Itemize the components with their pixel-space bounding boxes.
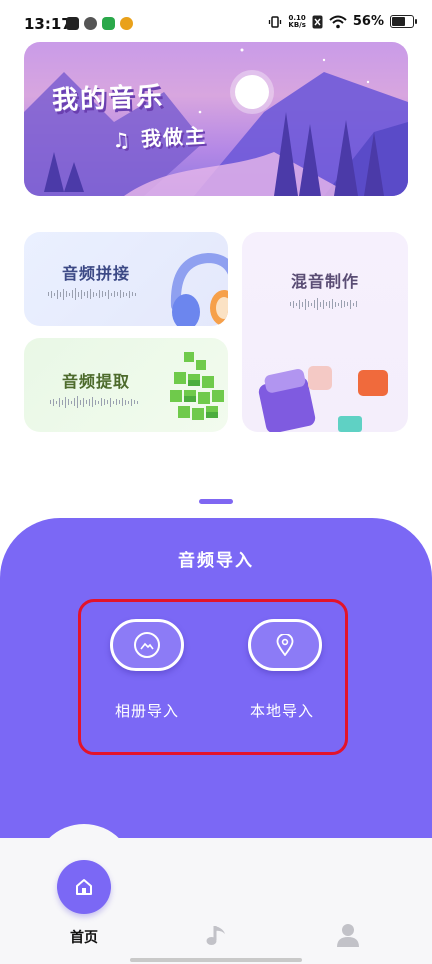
location-pin-icon <box>272 632 298 658</box>
waveform-icon <box>290 298 357 310</box>
3d-shapes-icon <box>258 366 388 432</box>
drag-handle[interactable] <box>199 499 233 504</box>
notification-icons <box>66 17 133 30</box>
vibrate-icon <box>269 15 282 28</box>
album-import-button[interactable] <box>110 619 184 671</box>
album-import-label[interactable]: 相册导入 <box>92 700 202 721</box>
battery-icon <box>390 15 417 28</box>
battery-percent: 56% <box>352 14 384 29</box>
mix-production-label: 混音制作 <box>290 272 359 291</box>
music-note-icon[interactable] <box>203 922 229 948</box>
audio-splice-label: 音频拼接 <box>62 264 131 283</box>
local-import-button[interactable] <box>248 619 322 671</box>
audio-import-panel: 音频导入 相册导入 本地导入 <box>0 518 432 848</box>
mix-production-card[interactable]: 混音制作 <box>242 232 408 432</box>
audio-extract-card[interactable]: 音频提取 <box>24 338 228 432</box>
status-time: 13:17 <box>24 15 72 33</box>
banner-title: 我的音乐 <box>51 82 165 116</box>
status-right: 0.10 KB/s 56% <box>268 13 417 29</box>
tiktok-icon <box>66 17 79 30</box>
app-icon <box>102 17 115 30</box>
weibo-icon <box>120 17 133 30</box>
no-sim-icon <box>312 15 323 28</box>
headphones-icon <box>170 252 228 326</box>
local-import-label[interactable]: 本地导入 <box>227 700 337 721</box>
home-indicator <box>130 958 302 962</box>
audio-splice-card[interactable]: 音频拼接 <box>24 232 228 326</box>
music-banner[interactable]: 我的音乐 ♫ 我做主 <box>24 42 408 196</box>
import-title: 音频导入 <box>178 551 254 571</box>
tab-home[interactable] <box>57 860 111 914</box>
banner-subtitle: ♫ 我做主 <box>111 123 208 153</box>
app-icon <box>84 17 97 30</box>
bottom-tab-bar: 首页 <box>0 824 432 964</box>
waveform-icon <box>50 396 138 408</box>
banner-illustration <box>24 48 408 196</box>
home-icon <box>76 879 92 895</box>
network-speed: 0.10 KB/s <box>288 13 306 29</box>
audio-extract-label: 音频提取 <box>62 372 131 391</box>
waveform-icon <box>48 288 136 300</box>
cubes-icon <box>170 352 224 420</box>
person-icon[interactable] <box>335 922 361 948</box>
image-icon <box>134 632 160 658</box>
wifi-icon <box>329 15 347 28</box>
tab-home-label[interactable]: 首页 <box>54 927 114 947</box>
